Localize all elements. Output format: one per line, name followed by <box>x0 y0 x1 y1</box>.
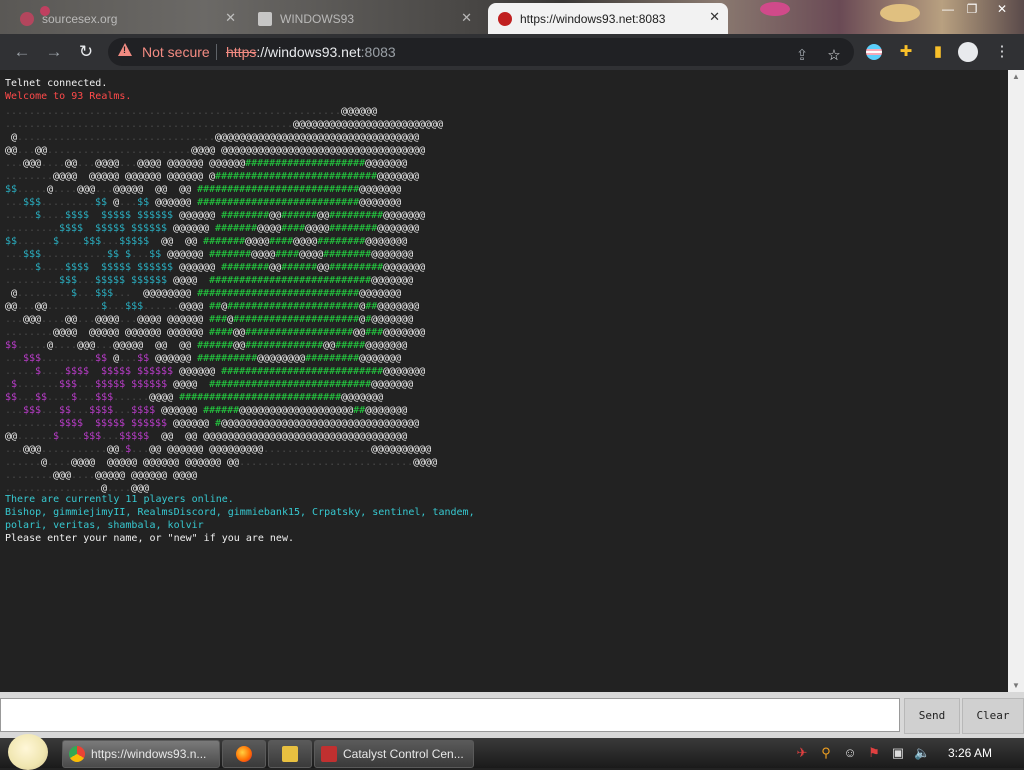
tray-smiley-icon[interactable]: ☺ <box>842 745 858 761</box>
url-host: ://windows93.net <box>256 44 361 60</box>
security-label[interactable]: Not secure <box>142 44 210 60</box>
tab-sourcesex[interactable]: sourcesex.org ✕ <box>10 4 242 34</box>
menu-kebab-icon[interactable]: ⋮ <box>992 42 1012 62</box>
taskbar-clock[interactable]: 3:26 AM <box>948 746 992 760</box>
players-online-count: There are currently 11 players online. <box>5 494 234 505</box>
folder-icon <box>282 746 298 762</box>
tray-network-icon[interactable]: ▣ <box>890 745 906 761</box>
players-list-line-2: polari, veritas, shambala, kolvir <box>5 520 204 531</box>
close-tab-icon[interactable]: ✕ <box>225 10 236 26</box>
taskbar-item-folder[interactable] <box>268 740 312 768</box>
restore-icon[interactable]: ❐ <box>962 2 982 16</box>
close-window-icon[interactable]: ✕ <box>992 2 1012 16</box>
address-bar[interactable]: Not secure https://windows93.net:8083 ⇪ … <box>108 38 854 66</box>
tray-app-icon[interactable]: ✈ <box>794 745 810 761</box>
browser-tab-strip: sourcesex.org ✕ WINDOWS93 ✕ https://wind… <box>0 0 1024 34</box>
minimize-icon[interactable]: — <box>938 2 958 16</box>
share-icon[interactable]: ⇪ <box>792 46 812 66</box>
url-port: :8083 <box>360 44 396 60</box>
extension-flag-icon[interactable] <box>864 42 884 62</box>
taskbar-item-label: Catalyst Control Cen... <box>343 747 464 761</box>
tab-title: https://windows93.net:8083 <box>520 11 666 26</box>
tray-flag-icon[interactable]: ⚑ <box>866 745 882 761</box>
tray-search-icon[interactable]: ⚲ <box>818 745 834 761</box>
tab-windows93-8083[interactable]: https://windows93.net:8083 ✕ <box>488 3 728 34</box>
taskbar-item-chrome[interactable]: https://windows93.n... <box>62 740 220 768</box>
windows93-favicon-icon <box>258 12 272 26</box>
back-icon[interactable]: ← <box>12 42 32 62</box>
catalyst-icon <box>321 746 337 762</box>
scroll-down-icon[interactable]: ▼ <box>1012 681 1020 690</box>
close-tab-icon[interactable]: ✕ <box>461 10 472 26</box>
taskbar-item-label: https://windows93.n... <box>91 747 207 761</box>
separator <box>216 44 217 60</box>
tray-volume-icon[interactable]: 🔈 <box>914 745 930 761</box>
clear-button[interactable]: Clear <box>962 698 1024 734</box>
welcome-message: Welcome to 93 Realms. <box>5 91 132 102</box>
tab-title: WINDOWS93 <box>280 12 355 26</box>
ascii-art-logo: ........................................… <box>5 106 444 494</box>
background-decoration <box>760 2 790 16</box>
site-favicon-icon <box>20 12 34 26</box>
players-list-line-1: Bishop, gimmiejimyII, RealmsDiscord, gim… <box>5 507 475 518</box>
firefox-icon <box>236 746 252 762</box>
send-button[interactable]: Send <box>904 698 960 734</box>
login-prompt: Please enter your name, or "new" if you … <box>5 533 294 544</box>
url-scheme: https <box>226 44 257 60</box>
browser-toolbar: ← → ↻ Not secure https://windows93.net:8… <box>0 34 1024 70</box>
profile-avatar-icon[interactable] <box>958 42 978 62</box>
taskbar-item-firefox[interactable] <box>222 740 266 768</box>
windows-taskbar: https://windows93.n... Catalyst Control … <box>0 734 1024 770</box>
background-decoration <box>880 4 920 22</box>
command-input-bar: Send Clear <box>0 692 1024 738</box>
warning-icon[interactable] <box>118 43 132 56</box>
start-button[interactable] <box>8 734 48 770</box>
tab-windows93[interactable]: WINDOWS93 ✕ <box>248 4 480 34</box>
bookmark-star-icon[interactable]: ☆ <box>824 46 844 66</box>
terminal-scrollbar[interactable]: ▲ ▼ <box>1008 70 1024 692</box>
scroll-up-icon[interactable]: ▲ <box>1012 72 1020 81</box>
extensions-puzzle-icon[interactable]: ✚ <box>896 42 916 62</box>
side-panel-icon[interactable]: ▮ <box>928 42 948 62</box>
url-text[interactable]: https://windows93.net:8083 <box>226 44 396 60</box>
tab-title: sourcesex.org <box>42 12 118 26</box>
close-tab-icon[interactable]: ✕ <box>709 9 720 25</box>
reload-icon[interactable]: ↻ <box>76 42 96 62</box>
forward-icon[interactable]: → <box>44 42 64 62</box>
status-connected: Telnet connected. <box>5 78 108 89</box>
taskbar-item-catalyst[interactable]: Catalyst Control Cen... <box>314 740 474 768</box>
chrome-icon <box>69 746 85 762</box>
site-favicon-icon <box>498 11 512 26</box>
telnet-terminal[interactable]: Telnet connected. Welcome to 93 Realms. … <box>0 70 1008 692</box>
command-input[interactable] <box>0 698 900 732</box>
